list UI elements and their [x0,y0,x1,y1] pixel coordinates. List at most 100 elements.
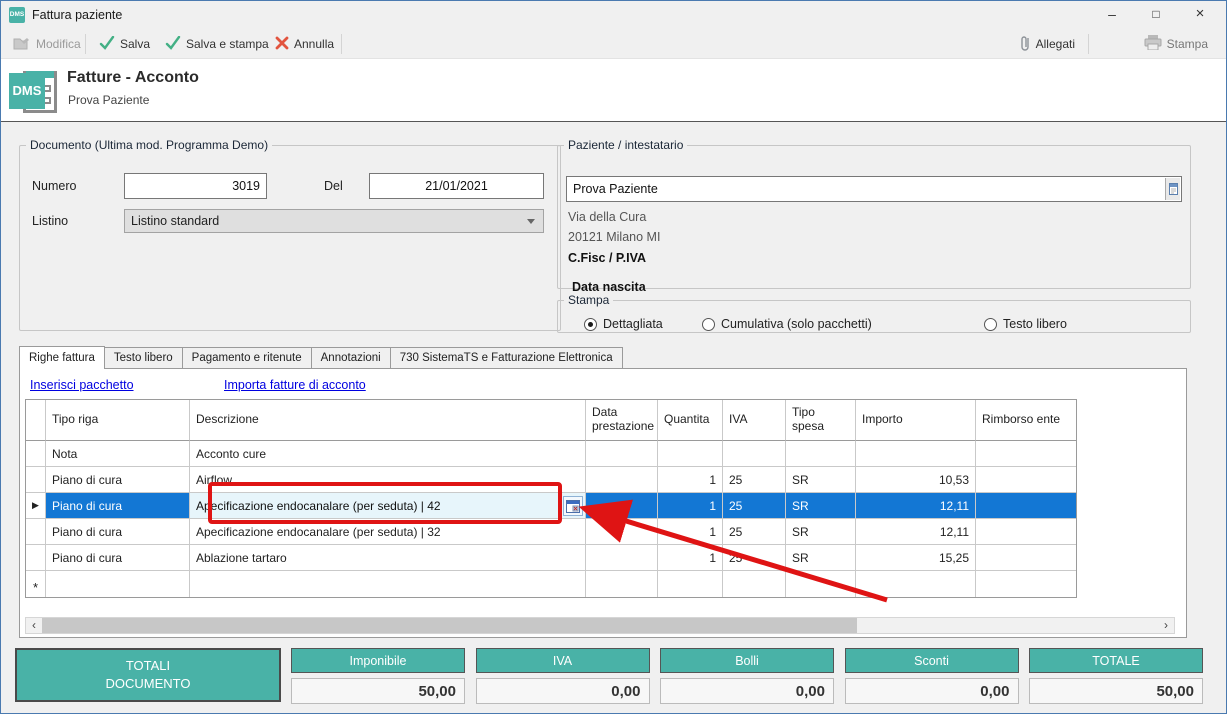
table-row[interactable]: Nota Acconto cure [26,441,1076,467]
row-selector-cell[interactable] [26,519,46,545]
scrollbar-thumb[interactable] [42,618,857,633]
column-header-tipo_spesa[interactable]: Tipo spesa [786,400,856,441]
tab-annotazioni[interactable]: Annotazioni [310,347,391,369]
table-row[interactable]: ▶ Piano di cura Apecificazione endocanalar… [26,493,1076,519]
cell-iva[interactable]: 25 [723,467,786,493]
tab-righe-fattura[interactable]: Righe fattura [19,346,105,369]
open-description-editor-button[interactable] [563,496,583,516]
column-header-selector[interactable] [26,400,46,441]
row-selector-cell[interactable] [26,467,46,493]
horizontal-scrollbar[interactable]: ‹ › [25,617,1175,634]
cell-descrizione[interactable]: Acconto cure [190,441,586,467]
cell-importo[interactable]: 15,25 [856,545,976,571]
cell-descrizione[interactable] [190,571,586,597]
cell-descrizione[interactable]: Airflow [190,467,586,493]
tab-testo-libero[interactable]: Testo libero [103,347,183,369]
cell-tipo_riga[interactable]: Piano di cura [46,519,190,545]
cell-rimborso_ente[interactable] [976,493,1076,519]
cell-tipo_spesa[interactable]: SR [786,493,856,519]
numero-field[interactable]: 3019 [124,173,267,199]
table-row[interactable]: * [26,571,1076,597]
cell-descrizione[interactable]: Apecificazione endocanalare (per seduta)… [190,519,586,545]
cell-rimborso_ente[interactable] [976,519,1076,545]
tab-730-sistemats[interactable]: 730 SistemaTS e Fatturazione Elettronica [389,347,623,369]
row-selector-cell[interactable]: * [26,571,46,597]
importa-fatture-link[interactable]: Importa fatture di acconto [224,378,366,392]
cell-tipo_spesa[interactable] [786,441,856,467]
total-value-totale: 50,00 [1029,678,1203,704]
table-row[interactable]: Piano di cura Apecificazione endocanalare… [26,519,1076,545]
cell-descrizione[interactable]: Ablazione tartaro [190,545,586,571]
cell-tipo_spesa[interactable]: SR [786,545,856,571]
cell-tipo_spesa[interactable]: SR [786,519,856,545]
listino-select[interactable]: Listino standard [124,209,544,233]
del-date-field[interactable]: 21/01/2021 [369,173,544,199]
column-header-quantita[interactable]: Quantita [658,400,723,441]
tab-pagamento-e-ritenute[interactable]: Pagamento e ritenute [181,347,312,369]
cell-importo[interactable]: 12,11 [856,519,976,545]
maximize-button[interactable]: □ [1134,1,1178,29]
modifica-button[interactable]: Modifica [7,29,87,59]
cell-rimborso_ente[interactable] [976,571,1076,597]
scroll-right-icon[interactable]: › [1158,618,1174,633]
table-row[interactable]: Piano di cura Ablazione tartaro 1 25 SR 15,25 [26,545,1076,571]
cell-tipo_riga[interactable]: Piano di cura [46,545,190,571]
cell-rimborso_ente[interactable] [976,545,1076,571]
cell-iva[interactable] [723,441,786,467]
radio-cumulativa[interactable]: Cumulativa (solo pacchetti) [702,317,872,331]
cell-importo[interactable] [856,571,976,597]
cell-importo[interactable] [856,441,976,467]
cell-tipo_riga[interactable]: Piano di cura [46,467,190,493]
cell-tipo_spesa[interactable] [786,571,856,597]
column-header-data_prestazione[interactable]: Data prestazione [586,400,658,441]
patient-lookup-icon[interactable] [1165,178,1180,200]
column-header-rimborso_ente[interactable]: Rimborso ente [976,400,1076,441]
paziente-field[interactable]: Prova Paziente [566,176,1182,202]
cell-data_prestazione[interactable] [586,519,658,545]
cell-iva[interactable] [723,571,786,597]
cell-rimborso_ente[interactable] [976,467,1076,493]
minimize-button[interactable]: – [1090,1,1134,29]
cell-data_prestazione[interactable] [586,545,658,571]
cell-quantita[interactable] [658,571,723,597]
cell-tipo_riga[interactable] [46,571,190,597]
allegati-button[interactable]: Allegati [1013,29,1081,59]
table-row[interactable]: Piano di cura Airflow 1 25 SR 10,53 [26,467,1076,493]
cell-quantita[interactable]: 1 [658,493,723,519]
cell-rimborso_ente[interactable] [976,441,1076,467]
inserisci-pacchetto-link[interactable]: Inserisci pacchetto [30,378,134,392]
cell-tipo_spesa[interactable]: SR [786,467,856,493]
scroll-left-icon[interactable]: ‹ [26,618,42,633]
cell-tipo_riga[interactable]: Nota [46,441,190,467]
cell-tipo_riga[interactable]: Piano di cura [46,493,190,519]
annulla-button[interactable]: Annulla [269,29,340,59]
cell-data_prestazione[interactable] [586,467,658,493]
row-selector-cell[interactable]: ▶ [26,493,46,519]
cell-iva[interactable]: 25 [723,493,786,519]
cell-data_prestazione[interactable] [586,571,658,597]
radio-dettagliata[interactable]: Dettagliata [584,317,663,331]
cell-data_prestazione[interactable] [586,493,658,519]
cell-quantita[interactable]: 1 [658,519,723,545]
salva-e-stampa-button[interactable]: Salva e stampa [159,29,275,59]
radio-testo-libero[interactable]: Testo libero [984,317,1067,331]
cell-descrizione[interactable]: Apecificazione endocanalare (per seduta)… [190,493,586,519]
row-selector-cell[interactable] [26,545,46,571]
stampa-button[interactable]: Stampa [1138,29,1214,59]
cell-importo[interactable]: 10,53 [856,467,976,493]
cell-iva[interactable]: 25 [723,519,786,545]
cell-data_prestazione[interactable] [586,441,658,467]
cell-iva[interactable]: 25 [723,545,786,571]
column-header-tipo_riga[interactable]: Tipo riga [46,400,190,441]
row-selector-cell[interactable] [26,441,46,467]
salva-button[interactable]: Salva [93,29,156,59]
paziente-legend: Paziente / intestatario [568,138,684,152]
column-header-descrizione[interactable]: Descrizione [190,400,586,441]
cell-quantita[interactable] [658,441,723,467]
column-header-iva[interactable]: IVA [723,400,786,441]
cell-importo[interactable]: 12,11 [856,493,976,519]
cell-quantita[interactable]: 1 [658,545,723,571]
cell-quantita[interactable]: 1 [658,467,723,493]
close-button[interactable]: × [1178,1,1222,29]
column-header-importo[interactable]: Importo [856,400,976,441]
